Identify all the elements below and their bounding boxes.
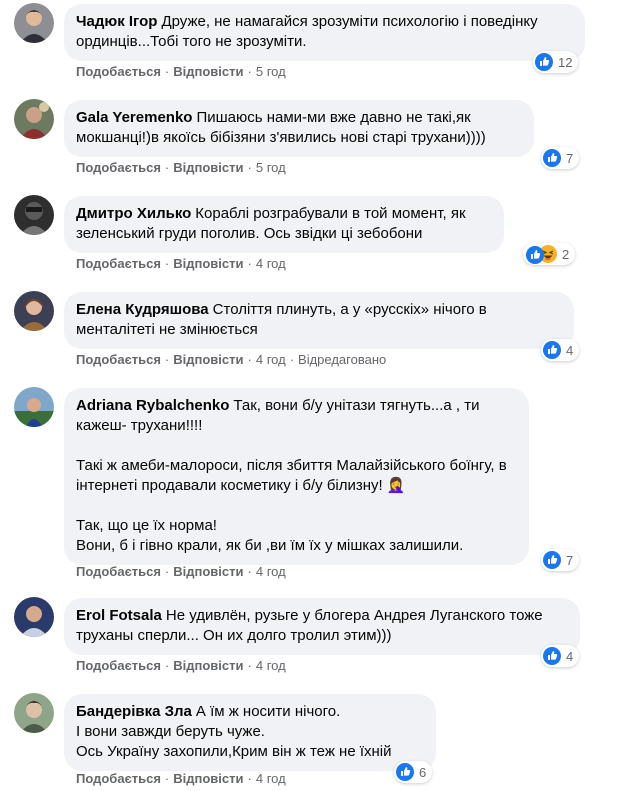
comment-author[interactable]: Дмитро Хилько <box>76 205 191 222</box>
comment-meta: Подобається · Відповісти · 4 год <box>76 256 286 272</box>
separator: · <box>164 64 170 79</box>
reaction-summary[interactable]: 7 <box>541 549 580 571</box>
comment-time[interactable]: 5 год <box>256 160 286 175</box>
separator: · <box>247 352 252 367</box>
comment-bubble: Чадюк Ігор Друже, не намагайся зрозуміти … <box>64 4 585 61</box>
comment-text: Ось Україну захопили,Крим він ж теж не ї… <box>76 743 392 760</box>
comment-meta: Подобається · Відповісти · 5 год <box>76 64 286 80</box>
like-icon <box>543 647 561 665</box>
reaction-count: 7 <box>566 552 574 568</box>
reaction-count: 4 <box>566 648 574 664</box>
reaction-summary[interactable]: 6 <box>394 761 433 783</box>
like-link[interactable]: Подобається <box>76 658 161 673</box>
reaction-count: 12 <box>558 54 573 70</box>
avatar[interactable] <box>14 291 54 331</box>
comment-bubble: Дмитро Хилько Кораблі розграбували в той … <box>64 196 504 253</box>
separator: · <box>247 256 252 271</box>
comment-meta: Подобається · Відповісти · 4 год <box>76 658 286 674</box>
separator: · <box>247 658 252 673</box>
separator: · <box>164 352 170 367</box>
reply-link[interactable]: Відповісти <box>173 256 243 271</box>
comment-text: І вони завжди беруть чуже. <box>76 723 265 740</box>
separator: · <box>247 64 252 79</box>
comment-author[interactable]: Елена Кудряшова <box>76 301 209 318</box>
comment-author[interactable]: Чадюк Ігор <box>76 13 157 30</box>
separator: · <box>164 160 170 175</box>
comment-bubble: Gala Yeremenko Пишаюсь нами-ми вже давно … <box>64 100 534 157</box>
reaction-summary[interactable]: 4 <box>541 645 580 667</box>
like-link[interactable]: Подобається <box>76 771 161 786</box>
reaction-count: 2 <box>562 246 570 262</box>
like-icon <box>543 149 561 167</box>
comment-text: Так, що це їх норма! <box>76 517 217 534</box>
like-link[interactable]: Подобається <box>76 64 161 79</box>
separator: · <box>164 256 170 271</box>
reaction-summary[interactable]: 2 <box>523 243 576 265</box>
reply-link[interactable]: Відповісти <box>173 564 243 579</box>
comment-text: Вони, б і гівно крали, як би ,ви їм їх у… <box>76 537 464 554</box>
comment-bubble: Бандерівка Зла А їм ж носити нічого. І во… <box>64 694 436 771</box>
reply-link[interactable]: Відповісти <box>173 160 243 175</box>
like-link[interactable]: Подобається <box>76 256 161 271</box>
comment-meta: Подобається · Відповісти · 4 год · Відредагова… <box>76 352 386 368</box>
comment-author[interactable]: Adriana Rybalchenko <box>76 397 229 414</box>
separator: · <box>289 352 295 367</box>
avatar[interactable] <box>14 597 54 637</box>
comment-bubble: Елена Кудряшова Століття плинуть, а у «ру… <box>64 292 574 349</box>
reaction-summary[interactable]: 12 <box>533 51 579 73</box>
separator: · <box>247 160 252 175</box>
like-icon <box>535 53 553 71</box>
reaction-count: 6 <box>419 764 427 780</box>
comment-time[interactable]: 4 год <box>256 564 286 579</box>
reaction-count: 7 <box>566 150 574 166</box>
reply-link[interactable]: Відповісти <box>173 658 243 673</box>
like-link[interactable]: Подобається <box>76 564 161 579</box>
avatar[interactable] <box>14 693 54 733</box>
comment-time[interactable]: 5 год <box>256 64 286 79</box>
like-icon <box>396 763 414 781</box>
separator: · <box>247 564 252 579</box>
like-icon <box>543 341 561 359</box>
like-icon <box>525 245 544 264</box>
like-link[interactable]: Подобається <box>76 160 161 175</box>
avatar[interactable] <box>14 387 54 427</box>
comment-meta: Подобається · Відповісти · 5 год <box>76 160 286 176</box>
separator: · <box>247 771 252 786</box>
comment-author[interactable]: Бандерівка Зла <box>76 703 192 720</box>
comment-time[interactable]: 4 год <box>256 256 286 271</box>
separator: · <box>164 658 170 673</box>
avatar[interactable] <box>14 195 54 235</box>
avatar[interactable] <box>14 3 54 43</box>
comment-author[interactable]: Gala Yeremenko <box>76 109 192 126</box>
comment-meta: Подобається · Відповісти · 4 год <box>76 564 286 580</box>
edited-label[interactable]: Відредаговано <box>298 352 386 367</box>
reaction-summary[interactable]: 4 <box>541 339 580 361</box>
separator: · <box>164 564 170 579</box>
comment-author[interactable]: Erol Fotsala <box>76 607 162 624</box>
reaction-summary[interactable]: 7 <box>541 147 580 169</box>
comment-meta: Подобається · Відповісти · 4 год <box>76 771 286 787</box>
comment-time[interactable]: 4 год <box>256 352 286 367</box>
separator: · <box>164 771 170 786</box>
comment-bubble: Adriana Rybalchenko Так, вони б/у унітази… <box>64 388 529 565</box>
like-link[interactable]: Подобається <box>76 352 161 367</box>
comment-time[interactable]: 4 год <box>256 771 286 786</box>
comment-text: А їм ж носити нічого. <box>195 703 341 720</box>
like-icon <box>543 551 561 569</box>
comment-text: Такі ж амеби-малороси, після збиття Мала… <box>76 457 507 494</box>
reply-link[interactable]: Відповісти <box>173 352 243 367</box>
avatar[interactable] <box>14 99 54 139</box>
reaction-count: 4 <box>566 342 574 358</box>
comment-bubble: Erol Fotsala Не удивлён, рузьге у блогера… <box>64 598 580 655</box>
reply-link[interactable]: Відповісти <box>173 64 243 79</box>
reply-link[interactable]: Відповісти <box>173 771 243 786</box>
comment-time[interactable]: 4 год <box>256 658 286 673</box>
